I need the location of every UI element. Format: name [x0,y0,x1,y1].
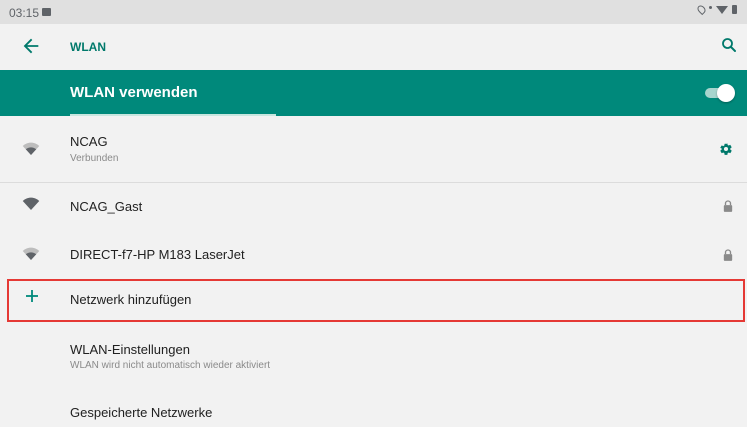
wlan-settings-subtitle: WLAN wird nicht automatisch wieder aktiv… [70,360,271,371]
wifi-icon [22,197,40,210]
search-icon[interactable] [720,36,738,54]
battery-icon [732,5,737,14]
app-bar: WLAN [0,24,747,70]
wlan-toggle[interactable] [705,84,735,102]
network-row-direct-hp[interactable]: DIRECT-f7-HP M183 LaserJet [0,229,747,277]
wlan-settings-title: WLAN-Einstellungen [70,342,190,357]
wlan-switch-label: WLAN verwenden [70,84,198,101]
notification-icon [42,8,51,16]
wifi-signal-icon [716,5,728,14]
network-row-ncag[interactable]: NCAG Verbunden [0,116,747,182]
gear-icon[interactable] [719,142,733,156]
network-name: DIRECT-f7-HP M183 LaserJet [70,247,245,262]
highlight-box [7,279,745,322]
network-row-ncag-gast[interactable]: NCAG_Gast [0,183,747,229]
back-arrow-icon[interactable] [20,35,42,57]
location-icon [695,3,708,16]
network-name: NCAG_Gast [70,199,143,214]
wlan-master-switch[interactable]: WLAN verwenden [0,70,747,116]
page-title: WLAN [70,40,106,54]
network-name: NCAG [70,134,108,149]
status-bar: 03:15 [0,0,747,24]
lock-icon [723,249,733,261]
saved-networks-title: Gespeicherte Netzwerke [70,405,213,420]
network-status: Verbunden [70,153,119,164]
saved-networks-row[interactable]: Gespeicherte Netzwerke [0,390,747,427]
wifi-icon [22,142,40,155]
status-icons [695,3,737,16]
signal-dot-icon [709,5,712,9]
toggle-thumb [717,84,735,102]
wlan-settings-row[interactable]: WLAN-Einstellungen WLAN wird nicht autom… [0,330,747,382]
lock-icon [723,200,733,212]
wifi-icon [22,247,40,260]
status-time: 03:15 [9,6,40,20]
